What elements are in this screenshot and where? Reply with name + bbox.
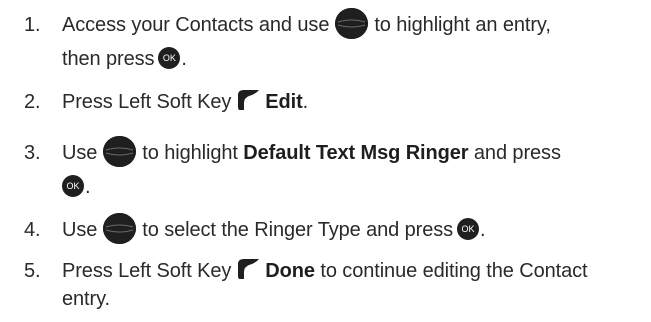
step-text: Press Left Soft Key — [62, 91, 232, 113]
step-text: Use — [62, 219, 98, 241]
step-number: 1. — [24, 14, 41, 36]
menu-option-label: Default Text Msg Ringer — [243, 142, 469, 164]
soft-key-label: Edit — [265, 91, 303, 113]
step-number: 3. — [24, 142, 41, 164]
soft-key-label: Done — [265, 260, 315, 282]
step-text: and press — [473, 142, 561, 164]
step-number: 5. — [24, 260, 41, 282]
step-line: Use to select the Ringer Type and press OK… — [62, 213, 486, 247]
left-soft-key-icon — [238, 90, 260, 110]
ok-key-label: OK — [66, 181, 80, 191]
step-text: . — [480, 219, 486, 241]
ok-key-label: OK — [162, 53, 176, 63]
step-3: 3. Use to highlight Default Text Msg Ring… — [0, 136, 651, 206]
step-text: to continue editing the Contact — [320, 260, 588, 282]
step-text: . — [302, 91, 309, 113]
step-text: . — [85, 176, 91, 198]
step-2: 2. Press Left Soft Key Edit. — [0, 85, 651, 119]
step-5: 5. Press Left Soft Key Done to continue e… — [0, 254, 651, 322]
step-line: OK. — [62, 170, 91, 204]
step-line: Press Left Soft Key Done to continue edit… — [62, 254, 588, 288]
step-4: 4. Use to select the Ringer Type and pres… — [0, 213, 651, 247]
step-line: Press Left Soft Key Edit. — [62, 85, 308, 119]
step-line: Use to highlight Default Text Msg Ringer … — [62, 136, 561, 170]
step-text: to select the Ringer Type and press — [142, 219, 454, 241]
step-text: to highlight an entry, — [374, 14, 551, 36]
step-text: Access your Contacts and use — [62, 14, 330, 36]
step-text: to highlight — [142, 142, 238, 164]
step-text: then press — [62, 48, 155, 70]
step-text: . — [181, 48, 187, 70]
ok-key-label: OK — [461, 224, 475, 234]
step-number: 4. — [24, 219, 41, 241]
instruction-steps: 1. Access your Contacts and use to highli… — [0, 0, 651, 313]
ok-key-icon: OK — [62, 175, 84, 197]
step-1: 1. Access your Contacts and use to highli… — [0, 8, 651, 78]
navigation-key-icon — [103, 136, 137, 167]
step-text: Press Left Soft Key — [62, 260, 232, 282]
step-line: then press OK. — [62, 42, 187, 76]
step-line: entry. — [62, 282, 110, 316]
step-text: entry. — [62, 288, 110, 310]
step-number: 2. — [24, 91, 41, 113]
step-text: Use — [62, 142, 98, 164]
ok-key-icon: OK — [158, 47, 181, 69]
navigation-key-icon — [335, 8, 369, 39]
ok-key-icon: OK — [457, 218, 480, 240]
navigation-key-icon — [103, 213, 137, 244]
left-soft-key-icon — [238, 259, 260, 279]
step-line: Access your Contacts and use to highlight… — [62, 8, 551, 42]
